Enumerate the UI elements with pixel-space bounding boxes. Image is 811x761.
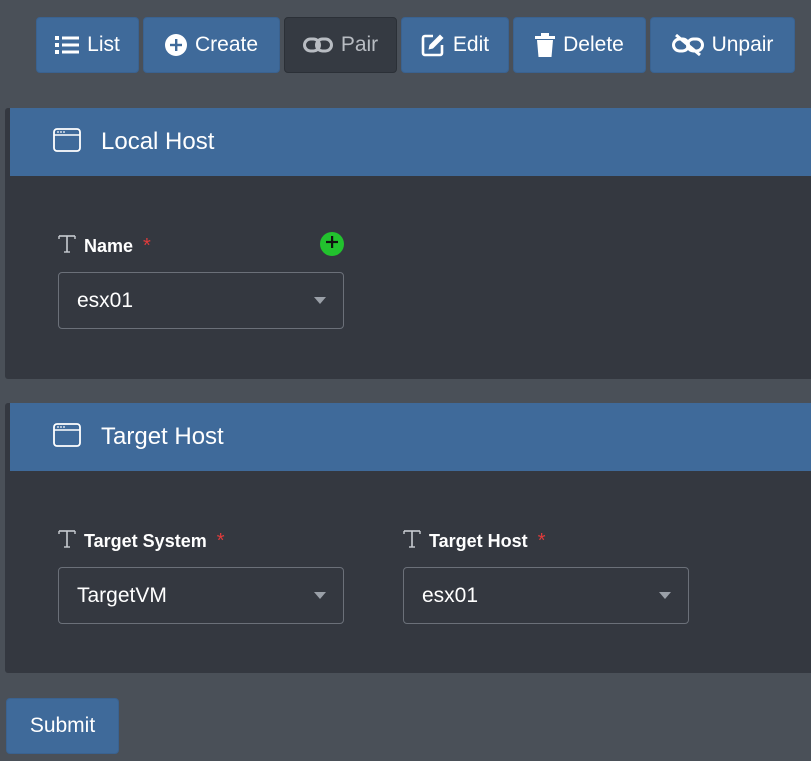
- chevron-down-icon: [314, 297, 326, 304]
- name-field: Name * esx01: [58, 232, 344, 329]
- local-host-header: Local Host: [10, 108, 811, 176]
- list-icon: [55, 35, 80, 55]
- target-host-header: Target Host: [10, 403, 811, 471]
- panel-title: Target Host: [101, 423, 224, 450]
- unpair-button[interactable]: Unpair: [650, 17, 795, 73]
- link-icon: [302, 36, 333, 54]
- edit-button-label: Edit: [452, 33, 490, 56]
- target-host-field-label: Target Host *: [403, 529, 689, 553]
- target-host-label-text: Target Host: [429, 530, 528, 551]
- pair-button[interactable]: Pair: [284, 17, 397, 73]
- add-name-button[interactable]: [320, 232, 344, 256]
- text-type-icon: [403, 529, 421, 554]
- edit-icon: [421, 33, 445, 57]
- pair-button-label: Pair: [340, 33, 379, 56]
- chevron-down-icon: [659, 592, 671, 599]
- target-system-label-text: Target System: [84, 530, 207, 551]
- target-system-select[interactable]: TargetVM: [58, 567, 344, 624]
- text-type-icon: [58, 234, 76, 259]
- name-select[interactable]: esx01: [58, 272, 344, 329]
- required-marker: *: [216, 529, 225, 552]
- list-button-label: List: [87, 33, 120, 56]
- plus-icon: [326, 235, 338, 253]
- required-marker: *: [537, 529, 546, 552]
- target-host-select-value: esx01: [422, 583, 479, 607]
- unlink-icon: [671, 34, 704, 56]
- create-button[interactable]: Create: [143, 17, 280, 73]
- target-host-panel: Target Host Target System * TargetVM Tar…: [5, 403, 811, 673]
- name-select-value: esx01: [77, 288, 134, 312]
- text-type-icon: [58, 529, 76, 554]
- target-system-field-label: Target System *: [58, 529, 344, 553]
- target-host-select[interactable]: esx01: [403, 567, 689, 624]
- panel-title: Local Host: [101, 128, 215, 155]
- delete-button[interactable]: Delete: [513, 17, 646, 73]
- required-marker: *: [143, 234, 151, 257]
- toolbar: List Create Pair Edit Delete Unpair: [36, 17, 795, 73]
- local-host-panel: Local Host Name * esx01: [5, 108, 811, 379]
- window-icon: [53, 127, 81, 157]
- unpair-button-label: Unpair: [711, 33, 774, 56]
- delete-button-label: Delete: [563, 33, 624, 56]
- target-system-select-value: TargetVM: [77, 583, 167, 607]
- window-icon: [53, 422, 81, 452]
- target-host-field: Target Host * esx01: [403, 529, 689, 624]
- chevron-down-icon: [314, 592, 326, 599]
- target-system-field: Target System * TargetVM: [58, 529, 344, 624]
- list-button[interactable]: List: [36, 17, 139, 73]
- trash-icon: [535, 33, 556, 57]
- edit-button[interactable]: Edit: [401, 17, 509, 73]
- name-label-text: Name: [84, 235, 134, 256]
- name-field-label: Name *: [58, 234, 344, 258]
- create-button-label: Create: [194, 33, 259, 56]
- plus-circle-icon: [164, 34, 187, 56]
- submit-button[interactable]: Submit: [6, 698, 119, 754]
